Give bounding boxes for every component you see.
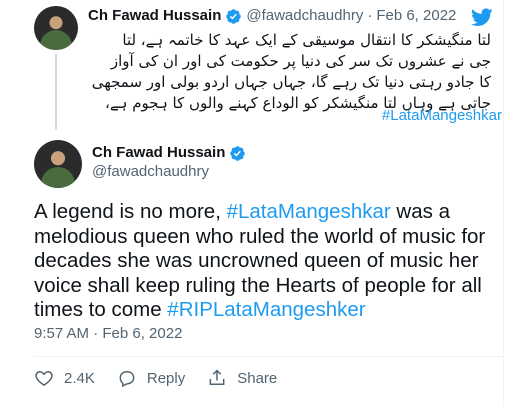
previous-tweet-handle[interactable]: @fawadchaudhry bbox=[246, 6, 363, 26]
hashtag-link[interactable]: #LataMangeshkar bbox=[227, 200, 391, 223]
twitter-logo-icon[interactable] bbox=[471, 6, 493, 28]
reply-button[interactable]: Reply bbox=[117, 368, 185, 388]
urdu-line: لتا منگیشکر کا انتقال موسیقی کے ایک عہد … bbox=[122, 31, 491, 49]
tweet-text: A legend is no more, #LataMangeshkar was… bbox=[34, 200, 504, 323]
author-name[interactable]: Ch Fawad Hussain bbox=[92, 143, 225, 163]
header-separator: · bbox=[367, 7, 373, 24]
previous-tweet-date[interactable]: Feb 6, 2022 bbox=[376, 6, 456, 26]
verified-badge-icon bbox=[230, 145, 246, 161]
previous-tweet-author-name[interactable]: Ch Fawad Hussain bbox=[88, 6, 221, 26]
share-label: Share bbox=[237, 369, 278, 387]
verified-badge-icon bbox=[226, 8, 242, 24]
author-handle[interactable]: @fawadchaudhry bbox=[92, 163, 209, 180]
hashtag-link[interactable]: #RIPLataMangeshker bbox=[167, 298, 365, 321]
actions-divider bbox=[34, 356, 504, 357]
tweet-actions: 2.4K Reply Share bbox=[34, 368, 299, 388]
like-button[interactable]: 2.4K bbox=[34, 368, 95, 388]
thread-connector-line bbox=[55, 54, 57, 130]
previous-tweet-text: لتا منگیشکر کا انتقال موسیقی کے ایک عہد … bbox=[88, 30, 491, 114]
heart-icon bbox=[35, 370, 53, 386]
previous-tweet-avatar[interactable] bbox=[34, 6, 78, 50]
urdu-line: جی نے عشروں تک سر کی دنیا پر حکومت کی او… bbox=[110, 52, 491, 70]
urdu-line: کا جادو رہتی دنیا تک رہے گا، جہاں جہاں ا… bbox=[91, 73, 491, 91]
author-name-row: Ch Fawad Hussain bbox=[92, 143, 250, 163]
like-count: 2.4K bbox=[64, 369, 95, 387]
author-avatar[interactable] bbox=[34, 140, 82, 188]
tweet-text-segment: A legend is no more, bbox=[34, 200, 227, 223]
reply-icon bbox=[119, 371, 135, 388]
previous-tweet-header: Ch Fawad Hussain @fawadchaudhry · Feb 6,… bbox=[88, 6, 456, 26]
share-icon bbox=[209, 369, 225, 385]
share-button[interactable]: Share bbox=[207, 368, 277, 388]
previous-tweet-hashtag[interactable]: #LataMangeshkar bbox=[382, 107, 502, 124]
tweet-timestamp[interactable]: 9:57 AM · Feb 6, 2022 bbox=[34, 325, 182, 342]
tweet-card: Ch Fawad Hussain @fawadchaudhry · Feb 6,… bbox=[0, 0, 515, 407]
reply-label: Reply bbox=[146, 369, 186, 387]
